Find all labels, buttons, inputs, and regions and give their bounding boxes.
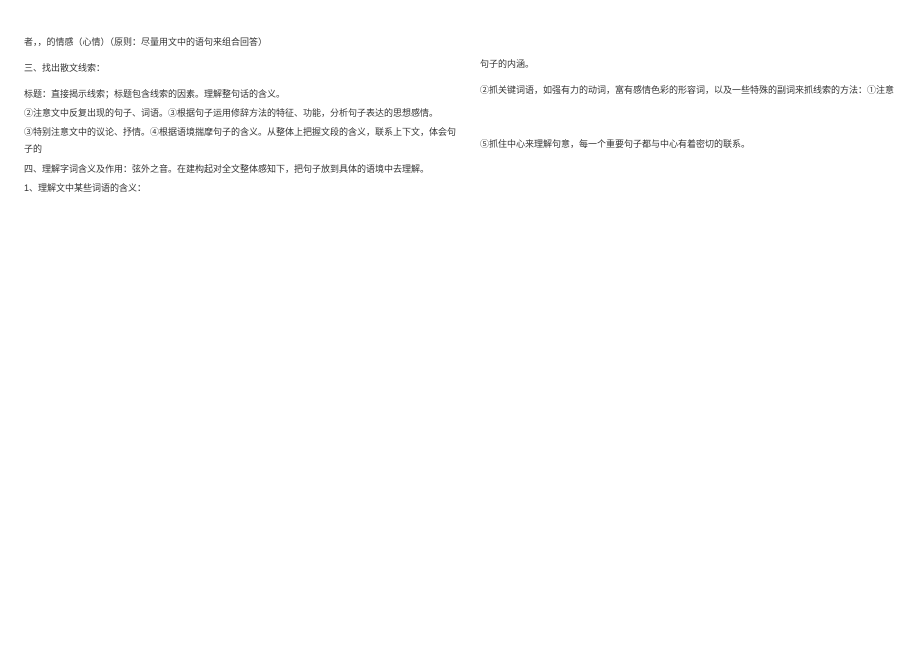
text-line: 标题：直接揭示线索；标题包含线索的因素。理解整句话的含义。 <box>24 86 464 103</box>
text-line: 者，，的情感（心情）（原则：尽量用文中的语句来组合回答） <box>24 34 464 51</box>
right-column: 句子的内涵。 ②抓关键词语，如强有力的动词，富有感情色彩的形容词，以及一些特殊的… <box>480 34 896 155</box>
text-line: 句子的内涵。 <box>480 56 896 73</box>
document-page: 者，，的情感（心情）（原则：尽量用文中的语句来组合回答） 三、找出散文线索： 标… <box>0 0 920 651</box>
text-line: ②抓关键词语，如强有力的动词，富有感情色彩的形容词，以及一些特殊的副词来抓线索的… <box>480 82 896 99</box>
text-line: 1、理解文中某些词语的含义： <box>24 180 464 197</box>
text-line: ⑤抓住中心来理解句意，每一个重要句子都与中心有着密切的联系。 <box>480 136 896 153</box>
text-line: ③特别注意文中的议论、抒情。④根据语境揣摩句子的含义。从整体上把握文段的含义，联… <box>24 124 464 158</box>
section-heading-3: 三、找出散文线索： <box>24 60 464 77</box>
left-column: 者，，的情感（心情）（原则：尽量用文中的语句来组合回答） 三、找出散文线索： 标… <box>24 34 464 199</box>
text-line: ②注意文中反复出现的句子、词语。③根据句子运用修辞方法的特征、功能，分析句子表达… <box>24 105 464 122</box>
section-heading-4: 四、理解字词含义及作用：弦外之音。在建构起对全文整体感知下，把句子放到具体的语境… <box>24 161 464 178</box>
